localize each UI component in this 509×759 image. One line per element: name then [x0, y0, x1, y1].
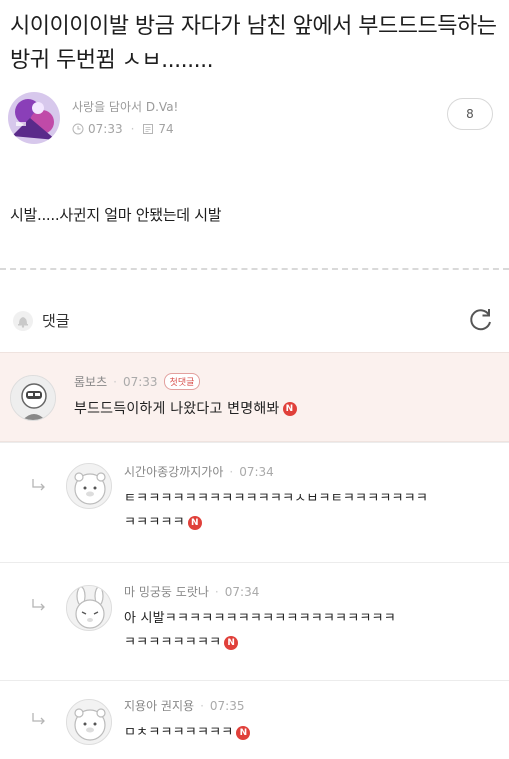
comment-author[interactable]: 마 밍궁둥 도랏나	[124, 583, 209, 600]
commenter-avatar[interactable]	[66, 463, 112, 509]
comment-text: ㅁㅊㅋㅋㅋㅋㅋㅋㅋ N	[124, 721, 251, 745]
new-badge: N	[236, 725, 251, 740]
reply-arrow-icon	[32, 713, 45, 725]
section-divider	[0, 268, 509, 270]
new-badge: N	[282, 402, 297, 416]
comment-author[interactable]: 지용아 권지용	[124, 697, 194, 714]
commenter-avatar[interactable]	[10, 375, 56, 421]
refresh-icon[interactable]	[467, 306, 495, 334]
comment-text: ㅌㅋㅋㅋㅋㅋㅋㅋㅋㅋㅋㅋㅋㅋㅅㅂㅋㅌㅋㅋㅋㅋㅋㅋㅋ ㅋㅋㅋㅋㅋ N	[124, 491, 429, 530]
new-badge: N	[224, 635, 239, 650]
post-meta: 07:33 · 74	[72, 122, 174, 136]
commenter-avatar[interactable]	[66, 585, 112, 631]
author-name[interactable]: 사랑을 담아서 D.Va!	[72, 98, 178, 115]
reply-item: 마 밍궁둥 도랏나 · 07:34 아 시발ㅋㅋㅋㅋㅋㅋㅋㅋㅋㅋㅋㅋㅋㅋㅋㅋㅋㅋ…	[0, 562, 509, 674]
views-icon	[143, 124, 154, 134]
comment-time: 07:35	[209, 698, 245, 713]
bell-icon[interactable]	[12, 310, 34, 332]
comment-time: 07:33	[122, 374, 158, 389]
comment-author[interactable]: 시간아종강까지가아	[124, 463, 223, 480]
post-body: 시발.....사귄지 얼마 안됐는데 시발	[10, 206, 222, 224]
post-views: 74	[158, 122, 174, 136]
reply-item: 지용아 권지용 · 07:35 ㅁㅊㅋㅋㅋㅋㅋㅋㅋ N	[0, 680, 509, 759]
post-time: 07:33	[88, 122, 123, 136]
comment-author[interactable]: 롬보츠	[74, 373, 107, 390]
comment-count-button[interactable]: 8	[447, 98, 493, 130]
comment-meta: 롬보츠 · 07:33 첫댓글	[74, 373, 201, 390]
comment-text: 부드드득이하게 나왔다고 변명해봐 N	[74, 397, 297, 421]
post-author-row: 사랑을 담아서 D.Va! 07:33 · 74 8	[8, 90, 503, 146]
comment-count: 8	[466, 107, 474, 121]
comment-item: 롬보츠 · 07:33 첫댓글 부드드득이하게 나왔다고 변명해봐 N	[0, 352, 509, 442]
commenter-avatar[interactable]	[66, 699, 112, 745]
clock-icon	[72, 123, 84, 135]
comment-meta: 시간아종강까지가아 · 07:34	[124, 463, 274, 480]
comment-time: 07:34	[239, 464, 274, 479]
comment-text: 아 시발ㅋㅋㅋㅋㅋㅋㅋㅋㅋㅋㅋㅋㅋㅋㅋㅋㅋㅋㅋ ㅋㅋㅋㅋㅋㅋㅋㅋ N	[124, 611, 396, 650]
post-title: 시이이이이발 방금 자다가 남친 앞에서 부드드드득하는 방귀 두번뀜 ㅅㅂ..…	[10, 14, 497, 73]
reply-arrow-icon	[32, 599, 45, 611]
reply-arrow-icon	[32, 479, 45, 491]
comment-time: 07:34	[224, 584, 260, 599]
comments-label: 댓글	[42, 312, 70, 330]
comment-meta: 마 밍궁둥 도랏나 · 07:34	[124, 583, 260, 600]
author-avatar[interactable]	[8, 92, 60, 144]
comment-meta: 지용아 권지용 · 07:35	[124, 697, 245, 714]
reply-item: 시간아종강까지가아 · 07:34 ㅌㅋㅋㅋㅋㅋㅋㅋㅋㅋㅋㅋㅋㅋㅅㅂㅋㅌㅋㅋㅋㅋ…	[0, 442, 509, 554]
comments-header: 댓글	[0, 302, 509, 342]
first-comment-badge: 첫댓글	[163, 373, 201, 390]
new-badge: N	[187, 515, 202, 530]
